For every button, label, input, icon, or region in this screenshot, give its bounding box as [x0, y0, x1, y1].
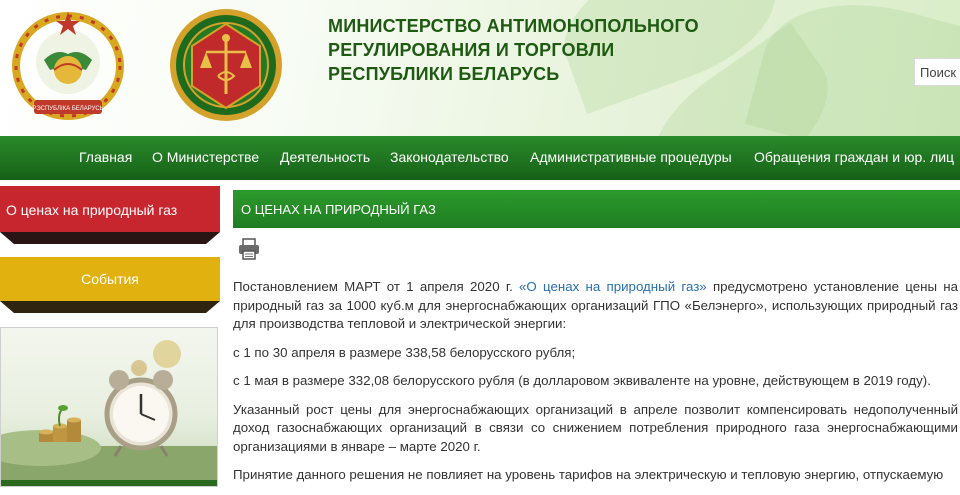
- sidebar: О ценах на природный газ События: [0, 186, 220, 487]
- page-title: О ЦЕНАХ НА ПРИРОДНЫЙ ГАЗ: [233, 190, 960, 228]
- sidebar-item-shadow: [0, 232, 220, 244]
- site-header: РЭСПУБЛІКА БЕЛАРУСЬ МИНИСТЕРСТВО АНТИМОН…: [0, 0, 960, 136]
- sidebar-item-events[interactable]: События: [0, 257, 220, 301]
- article-paragraph: Указанный рост цены для энергоснабжающих…: [233, 401, 958, 454]
- nav-item-activity[interactable]: Деятельность: [280, 149, 370, 165]
- article-text: Постановлением МАРТ от 1 апреля 2020 г.: [233, 279, 520, 294]
- main-nav: Главная О Министерстве Деятельность Зако…: [0, 136, 960, 180]
- article-paragraph: Постановлением МАРТ от 1 апреля 2020 г. …: [233, 278, 958, 334]
- ministry-title-line-2: РЕГУЛИРОВАНИЯ И ТОРГОВЛИ: [328, 40, 615, 60]
- print-icon[interactable]: [238, 238, 260, 260]
- ministry-title-line-1: МИНИСТЕРСТВО АНТИМОНОПОЛЬНОГО: [328, 16, 699, 36]
- state-emblem-icon[interactable]: РЭСПУБЛІКА БЕЛАРУСЬ: [6, 8, 130, 124]
- promo-banner[interactable]: [0, 327, 218, 487]
- ministry-title-line-3: РЕСПУБЛИКИ БЕЛАРУСЬ: [328, 64, 560, 84]
- ministry-title: МИНИСТЕРСТВО АНТИМОНОПОЛЬНОГО РЕГУЛИРОВА…: [328, 14, 768, 86]
- sidebar-item-gas-prices[interactable]: О ценах на природный газ: [0, 186, 220, 232]
- ministry-seal-icon[interactable]: [168, 6, 284, 124]
- sidebar-item-shadow: [0, 301, 220, 313]
- nav-item-home[interactable]: Главная: [79, 149, 132, 165]
- nav-item-appeals[interactable]: Обращения граждан и юр. лиц: [754, 149, 954, 165]
- decree-link[interactable]: «О ценах на природный газ»: [519, 279, 707, 294]
- article-paragraph: с 1 по 30 апреля в размере 338,58 белору…: [233, 344, 576, 360]
- article-paragraph: Принятие данного решения не повлияет на …: [233, 467, 944, 482]
- search-input[interactable]: Поиск: [914, 58, 960, 86]
- article-paragraph: с 1 мая в размере 332,08 белорусского ру…: [233, 373, 931, 388]
- emblem-text: РЭСПУБЛІКА БЕЛАРУСЬ: [32, 106, 103, 112]
- nav-item-legislation[interactable]: Законодательство: [390, 149, 509, 165]
- clock-icon: [1, 340, 217, 486]
- nav-item-admin-procedures[interactable]: Административные процедуры: [530, 149, 732, 165]
- article-body: Постановлением МАРТ от 1 апреля 2020 г. …: [233, 278, 958, 495]
- nav-item-about[interactable]: О Министерстве: [152, 149, 259, 165]
